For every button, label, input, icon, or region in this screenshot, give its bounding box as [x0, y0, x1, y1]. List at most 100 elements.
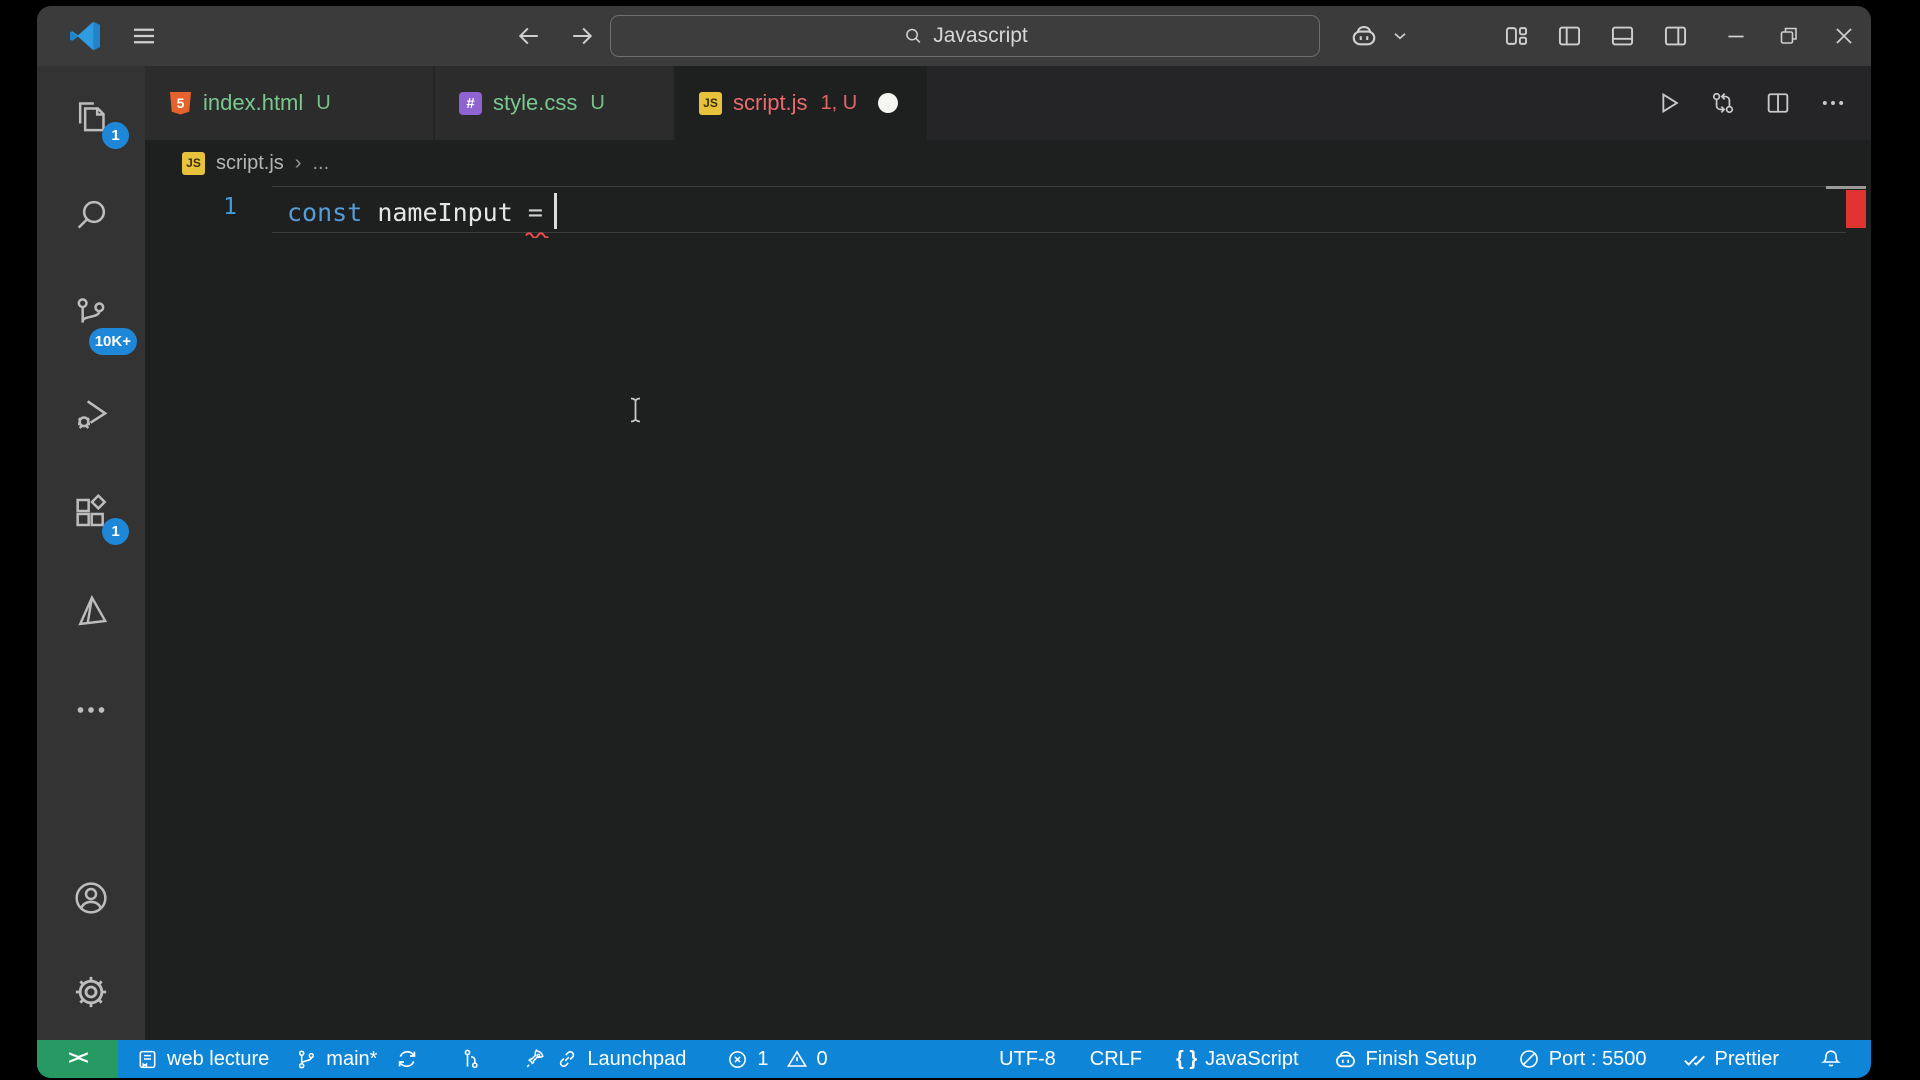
breadcrumb: JS script.js › ...: [145, 140, 1871, 186]
back-icon[interactable]: [515, 22, 543, 50]
breadcrumb-symbol[interactable]: ...: [312, 152, 329, 175]
launchpad-status-item[interactable]: Launchpad: [523, 1047, 686, 1071]
mouse-ibeam-cursor: [627, 396, 644, 424]
sidebar-item-explorer[interactable]: 1: [37, 66, 145, 165]
pyramid-icon: [78, 594, 108, 625]
git-status-badge: U: [590, 91, 605, 114]
line-number: 1: [223, 194, 237, 220]
remote-indicator[interactable]: ><: [37, 1040, 118, 1078]
git-status-badge: U: [316, 91, 331, 114]
keyword-token: const: [287, 198, 363, 227]
menu-icon[interactable]: [129, 21, 159, 51]
eol-status-item[interactable]: CRLF: [1090, 1048, 1142, 1071]
variable-token: nameInput: [377, 198, 513, 227]
breadcrumb-file[interactable]: script.js: [216, 152, 284, 175]
notifications-button[interactable]: [1819, 1047, 1843, 1071]
account-button[interactable]: [37, 852, 145, 944]
operator-token: =: [525, 198, 549, 238]
tab-style-css[interactable]: # style.css U: [435, 66, 673, 140]
encoding-status-item[interactable]: UTF-8: [999, 1048, 1056, 1071]
title-bar: Javascript: [37, 6, 1871, 66]
unsaved-dot[interactable]: [878, 93, 899, 113]
customize-layout-icon[interactable]: [1503, 23, 1530, 50]
run-file-button[interactable]: [1654, 89, 1682, 117]
account-icon: [75, 882, 107, 914]
formatter-status-item[interactable]: Prettier: [1681, 1046, 1779, 1072]
text-cursor: [553, 193, 557, 229]
workspace-status-item[interactable]: web lecture: [136, 1048, 269, 1071]
code-editor[interactable]: 1 const nameInput =: [145, 186, 1871, 1040]
source-control-badge: 10K+: [88, 328, 137, 355]
code-line: const nameInput =: [287, 193, 557, 238]
language-label: JavaScript: [1205, 1047, 1299, 1070]
copilot-label: Finish Setup: [1365, 1047, 1477, 1070]
link-icon: [555, 1047, 579, 1071]
bell-icon: [1819, 1047, 1843, 1071]
js-file-icon: JS: [699, 91, 722, 115]
split-editor-button[interactable]: [1764, 89, 1792, 117]
explorer-badge: 1: [102, 122, 129, 149]
more-actions-button[interactable]: [1819, 89, 1847, 117]
error-squiggle: [525, 230, 549, 238]
book-icon: [136, 1048, 159, 1071]
toggle-panel-icon[interactable]: [1609, 23, 1636, 50]
sync-icon: [395, 1047, 419, 1071]
html-file-icon: 5: [169, 91, 192, 115]
tab-index-html[interactable]: 5 index.html U: [145, 66, 433, 140]
run-debug-icon: [77, 399, 108, 429]
copilot-status-item[interactable]: Finish Setup: [1333, 1047, 1477, 1072]
warning-count: 0: [816, 1047, 828, 1070]
git-branch-status-item[interactable]: main*: [295, 1048, 377, 1071]
sync-changes-button[interactable]: [395, 1047, 419, 1071]
forward-icon[interactable]: [568, 22, 596, 50]
branch-label: main*: [326, 1047, 378, 1070]
search-label: Javascript: [933, 24, 1028, 47]
language-status-item[interactable]: { } JavaScript: [1176, 1048, 1299, 1071]
eol-label: CRLF: [1089, 1047, 1143, 1070]
live-server-port-item[interactable]: Port : 5500: [1517, 1047, 1647, 1071]
search-icon: [902, 25, 924, 47]
problems-status-item[interactable]: 1 0: [726, 1047, 828, 1071]
sidebar-item-search[interactable]: [37, 165, 145, 264]
launchpad-label: Launchpad: [587, 1047, 687, 1070]
warning-icon: [785, 1047, 809, 1071]
restore-button[interactable]: [1777, 24, 1801, 48]
activity-bar: 1 10K+ 1: [37, 66, 145, 1040]
extensions-badge: 1: [102, 518, 129, 545]
minimize-button[interactable]: [1723, 23, 1749, 49]
settings-button[interactable]: [37, 944, 145, 1040]
close-button[interactable]: [1831, 23, 1857, 49]
error-count: 1: [757, 1047, 769, 1070]
rocket-icon: [523, 1047, 547, 1071]
editor-actions: [1654, 66, 1871, 140]
css-file-icon: #: [459, 91, 482, 115]
status-bar: >< web lecture main* Launchpad 1 0 UTF-8…: [37, 1040, 1871, 1078]
sidebar-item-run-debug[interactable]: [37, 363, 145, 462]
port-label: Port : 5500: [1548, 1047, 1647, 1070]
toggle-secondary-sidebar-icon[interactable]: [1662, 23, 1689, 50]
git-branch-icon: [295, 1048, 318, 1071]
open-changes-icon[interactable]: [1709, 89, 1737, 117]
tab-script-js[interactable]: JS script.js 1, U: [675, 66, 927, 140]
tab-label: index.html: [203, 90, 304, 115]
toggle-primary-sidebar-icon[interactable]: [1556, 23, 1583, 50]
overview-ruler-cursor-mark: [1826, 186, 1866, 189]
formatter-label: Prettier: [1714, 1047, 1779, 1070]
vscode-logo-icon: [67, 18, 103, 54]
command-center-search[interactable]: Javascript: [610, 15, 1320, 57]
problems-git-badge: 1, U: [820, 91, 858, 114]
search-icon: [77, 200, 106, 229]
vscode-window: Javascript 1 10K+ 1 5 index.html U # sty…: [37, 6, 1871, 1078]
braces-icon: { }: [1176, 1047, 1198, 1070]
sidebar-item-extensions[interactable]: 1: [37, 462, 145, 561]
sidebar-item-source-control[interactable]: 10K+: [37, 264, 145, 363]
tab-label: style.css: [493, 90, 578, 115]
sidebar-item-extension-pyramid[interactable]: [37, 561, 145, 660]
copilot-icon[interactable]: [1349, 21, 1379, 51]
chevron-down-icon[interactable]: [1389, 25, 1411, 47]
more-views-button[interactable]: [37, 660, 145, 759]
workspace-label: web lecture: [167, 1047, 270, 1070]
error-icon: [726, 1048, 749, 1071]
encoding-label: UTF-8: [999, 1047, 1056, 1070]
git-graph-button[interactable]: [459, 1047, 483, 1071]
